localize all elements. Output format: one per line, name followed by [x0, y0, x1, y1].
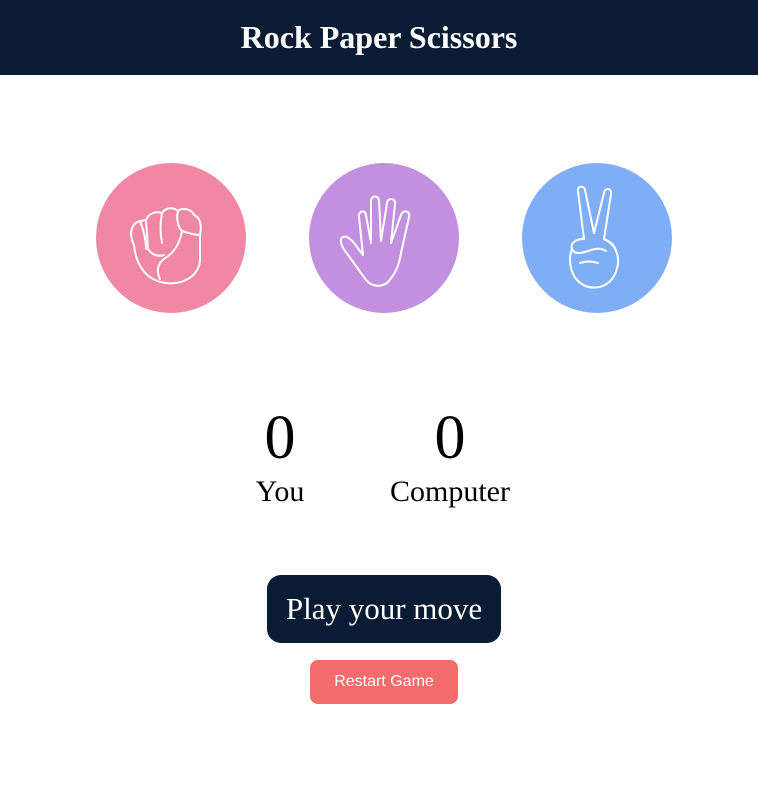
scissors-choice-button[interactable]	[522, 163, 672, 313]
page-title: Rock Paper Scissors	[240, 19, 518, 55]
computer-score-label: Computer	[390, 475, 510, 508]
paper-choice-button[interactable]	[309, 163, 459, 313]
player-score-label: You	[255, 475, 305, 508]
computer-score: 0 Computer	[375, 405, 525, 509]
app-header: Rock Paper Scissors	[0, 0, 758, 75]
open-hand-icon	[339, 195, 411, 287]
player-score-value: 0	[264, 404, 296, 472]
fist-icon	[130, 207, 202, 285]
computer-score-value: 0	[434, 404, 466, 472]
restart-game-button[interactable]: Restart Game	[310, 660, 458, 704]
peace-sign-hand-icon	[569, 185, 620, 289]
play-move-button[interactable]: Play your move	[267, 575, 501, 643]
player-score: 0 You	[230, 405, 330, 509]
rock-choice-button[interactable]	[96, 163, 246, 313]
